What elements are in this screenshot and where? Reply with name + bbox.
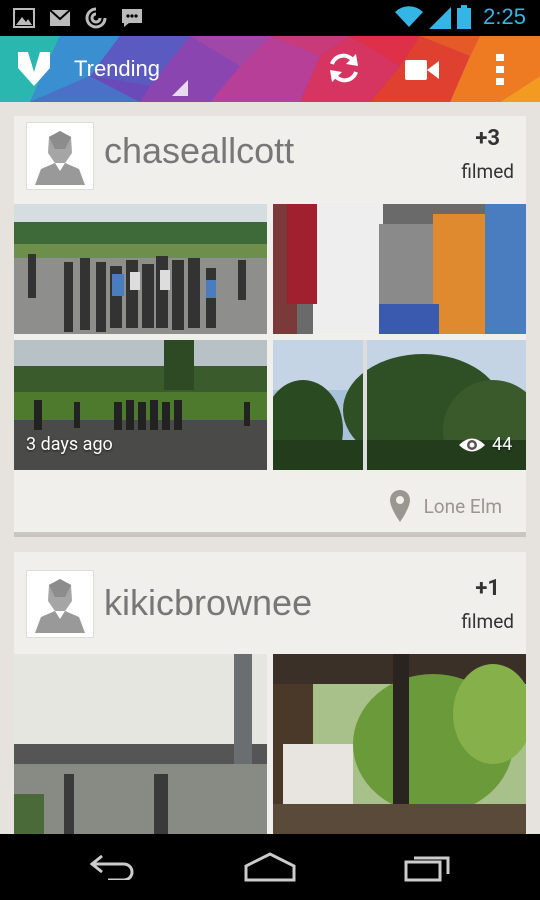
gallery-icon bbox=[13, 8, 35, 28]
recents-icon[interactable] bbox=[404, 852, 452, 882]
avatar[interactable] bbox=[26, 570, 94, 638]
navigation-bar bbox=[0, 834, 540, 900]
location-tag[interactable]: Lone Elm bbox=[389, 490, 502, 522]
signal-icon bbox=[429, 7, 452, 29]
app-logo-icon[interactable] bbox=[16, 50, 52, 88]
overflow-menu-icon[interactable] bbox=[496, 54, 504, 86]
action-bar: Trending bbox=[0, 36, 540, 102]
plus-count: +1 bbox=[475, 576, 500, 601]
default-user-icon bbox=[35, 579, 85, 633]
default-user-icon bbox=[35, 131, 85, 185]
video-thumbnail[interactable] bbox=[273, 204, 526, 334]
location-pin-icon bbox=[389, 490, 410, 522]
username[interactable]: chaseallcott bbox=[104, 130, 294, 172]
post-card[interactable]: chaseallcott +3 filmed 3 days ago 44 Lon… bbox=[14, 116, 526, 537]
gmail-icon bbox=[49, 9, 71, 26]
home-icon[interactable] bbox=[244, 852, 296, 882]
video-camera-icon[interactable] bbox=[405, 58, 439, 82]
plus-count: +3 bbox=[475, 126, 500, 151]
eye-icon bbox=[459, 438, 485, 451]
avatar[interactable] bbox=[26, 122, 94, 190]
chat-icon bbox=[122, 9, 142, 27]
video-thumbnail[interactable] bbox=[14, 204, 267, 334]
back-icon[interactable] bbox=[88, 852, 136, 880]
video-thumbnail[interactable] bbox=[14, 654, 267, 854]
view-count-value: 44 bbox=[492, 434, 513, 455]
wifi-icon bbox=[395, 6, 424, 28]
battery-icon bbox=[457, 5, 472, 29]
screen-title[interactable]: Trending bbox=[74, 56, 160, 82]
video-thumbnail[interactable] bbox=[273, 654, 526, 854]
post-card[interactable]: kikicbrownee +1 filmed bbox=[14, 552, 526, 854]
filmed-label: filmed bbox=[461, 160, 514, 183]
username[interactable]: kikicbrownee bbox=[104, 582, 312, 624]
status-bar: 2:25 bbox=[0, 0, 540, 36]
location-name: Lone Elm bbox=[423, 494, 502, 518]
filmed-label: filmed bbox=[461, 610, 514, 633]
sync-icon bbox=[85, 7, 107, 29]
clock: 2:25 bbox=[483, 4, 526, 29]
view-count: 44 bbox=[458, 434, 512, 455]
refresh-icon[interactable] bbox=[326, 50, 362, 86]
dropdown-indicator-icon[interactable] bbox=[172, 80, 188, 96]
time-ago: 3 days ago bbox=[26, 434, 113, 455]
